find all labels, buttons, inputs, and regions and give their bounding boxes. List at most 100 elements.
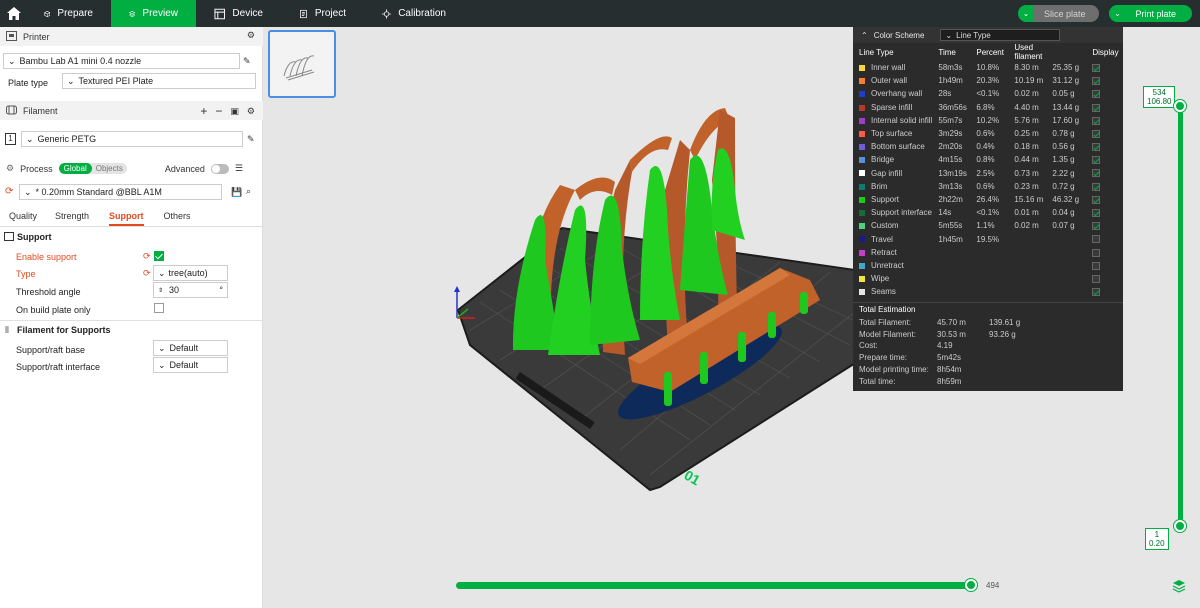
slice-plate-button[interactable]: ⌄ Slice plate <box>1017 5 1100 22</box>
line-type-percent: 1.1% <box>976 221 995 231</box>
display-checkbox[interactable] <box>1092 90 1101 99</box>
total-v1: 5m42s <box>937 353 962 363</box>
line-type-name: Seams <box>871 287 896 297</box>
color-scheme-select[interactable]: ⌄ Line Type <box>940 29 1061 41</box>
table-row: Brim 3m13s 0.6% 0.23 m 0.72 g <box>853 180 1123 193</box>
display-checkbox[interactable] <box>1092 235 1101 244</box>
search-icon[interactable]: ⌕ <box>246 186 251 197</box>
tab-device[interactable]: Device <box>196 0 281 27</box>
collapse-icon[interactable]: ⌃ <box>861 31 868 40</box>
display-checkbox[interactable] <box>1092 248 1101 257</box>
chevron-down-icon[interactable]: ⌄ <box>1109 5 1126 22</box>
tab-strength[interactable]: Strength <box>55 209 89 226</box>
objects-option[interactable]: Objects <box>92 163 127 174</box>
total-row: Model Filament: 30.53 m 93.26 g <box>853 328 1123 340</box>
sync-icon[interactable]: ▣ <box>230 106 239 117</box>
process-preset-select[interactable]: ⌄ * 0.20mm Standard @BBL A1M <box>19 184 222 200</box>
enable-support-checkbox[interactable] <box>154 251 164 261</box>
line-type-weight: 2.22 g <box>1052 168 1075 178</box>
reset-icon[interactable]: ⟳ <box>143 251 151 262</box>
threshold-angle-field[interactable]: ⇕ 30 ° <box>153 282 228 298</box>
tab-others[interactable]: Others <box>164 209 191 226</box>
display-checkbox[interactable] <box>1092 103 1101 112</box>
list-icon[interactable]: ☰ <box>235 163 243 174</box>
line-type-percent: 26.4% <box>976 194 1000 204</box>
line-type-weight <box>1046 272 1086 285</box>
chevron-down-icon: ⌄ <box>24 186 32 197</box>
raft-base-select[interactable]: ⌄ Default <box>153 340 228 356</box>
minus-icon[interactable]: − <box>215 104 222 118</box>
display-checkbox[interactable] <box>1092 63 1101 72</box>
tab-prepare[interactable]: Prepare <box>27 0 111 27</box>
filament-slot-number[interactable]: 1 <box>5 133 16 145</box>
tab-preview[interactable]: Preview <box>111 0 196 27</box>
color-swatch <box>859 249 865 256</box>
global-objects-toggle[interactable]: Global Objects <box>58 163 127 174</box>
global-option[interactable]: Global <box>58 163 92 174</box>
support-type-select[interactable]: ⌄ tree(auto) <box>153 265 228 281</box>
plate-type-select[interactable]: ⌄ Textured PEI Plate <box>62 73 256 89</box>
on-build-plate-checkbox[interactable] <box>154 303 164 313</box>
layers-toggle-icon[interactable] <box>1172 579 1186 593</box>
table-row: Gap infill 13m19s 2.5% 0.73 m 2.22 g <box>853 167 1123 180</box>
printer-select[interactable]: ⌄ Bambu Lab A1 mini 0.4 nozzle <box>3 53 240 69</box>
tab-quality[interactable]: Quality <box>9 209 37 226</box>
color-swatch <box>859 196 865 203</box>
display-checkbox[interactable] <box>1092 182 1101 191</box>
chevron-down-icon: ⌄ <box>158 359 166 370</box>
process-preset: * 0.20mm Standard @BBL A1M <box>35 187 162 197</box>
layers-icon <box>129 10 136 17</box>
top-bar: Prepare Preview Device Project Calibrati… <box>0 0 1200 27</box>
filament-select[interactable]: ⌄ Generic PETG <box>21 131 243 147</box>
stepper-icon[interactable]: ⇕ <box>158 287 163 294</box>
raft-interface-select[interactable]: ⌄ Default <box>153 357 228 373</box>
move-slider-track[interactable] <box>456 582 972 589</box>
tab-calibration[interactable]: Calibration <box>364 0 464 27</box>
move-slider-handle[interactable] <box>965 579 977 591</box>
display-checkbox[interactable] <box>1092 169 1101 178</box>
save-icon[interactable]: 💾 <box>231 187 242 198</box>
display-cell <box>1086 167 1123 180</box>
display-checkbox[interactable] <box>1092 222 1101 231</box>
color-swatch <box>859 223 865 230</box>
plus-icon[interactable]: + <box>200 104 207 118</box>
tab-project[interactable]: Project <box>281 0 364 27</box>
tab-support[interactable]: Support <box>109 209 144 226</box>
advanced-toggle[interactable] <box>210 163 229 174</box>
gear-icon[interactable]: ⚙ <box>247 106 255 117</box>
layer-slider-top-handle[interactable] <box>1174 100 1186 112</box>
display-checkbox[interactable] <box>1092 261 1101 270</box>
layer-slider-bottom-handle[interactable] <box>1174 520 1186 532</box>
edit-icon[interactable]: ✎ <box>247 134 255 145</box>
color-scheme-legend: ⌃ Color Scheme ⌄ Line Type Line Type Tim… <box>853 27 1123 391</box>
line-type-time: 3m13s <box>938 181 963 191</box>
display-cell <box>1086 272 1123 285</box>
print-plate-button[interactable]: ⌄ Print plate <box>1109 5 1192 22</box>
display-checkbox[interactable] <box>1092 129 1101 138</box>
reset-icon[interactable]: ⟳ <box>143 268 151 279</box>
line-type-weight: 31.12 g <box>1052 76 1080 86</box>
total-k: Total time: <box>859 376 896 386</box>
total-row: Cost: 4.19 <box>853 340 1123 352</box>
bottom-layer-number: 1 <box>1154 530 1160 539</box>
display-checkbox[interactable] <box>1092 116 1101 125</box>
slice-plate-label: Slice plate <box>1043 8 1086 19</box>
display-checkbox[interactable] <box>1092 195 1101 204</box>
display-checkbox[interactable] <box>1092 156 1101 165</box>
display-checkbox[interactable] <box>1092 274 1101 283</box>
line-type-weight: 0.72 g <box>1052 181 1075 191</box>
line-type-length: 0.01 m <box>1014 208 1039 218</box>
on-build-plate-label: On build plate only <box>16 305 91 315</box>
display-checkbox[interactable] <box>1092 209 1101 218</box>
printer-name: Bambu Lab A1 mini 0.4 nozzle <box>19 56 142 66</box>
line-type-length <box>1008 246 1046 259</box>
layer-slider-track[interactable] <box>1178 104 1183 528</box>
display-checkbox[interactable] <box>1092 143 1101 152</box>
edit-icon[interactable]: ✎ <box>243 56 251 67</box>
display-checkbox[interactable] <box>1092 288 1101 297</box>
display-checkbox[interactable] <box>1092 77 1101 86</box>
home-icon[interactable] <box>0 0 27 27</box>
chevron-down-icon[interactable]: ⌄ <box>1017 5 1034 22</box>
reset-icon[interactable]: ⟳ <box>5 186 13 197</box>
gear-icon[interactable]: ⚙ <box>247 30 255 41</box>
